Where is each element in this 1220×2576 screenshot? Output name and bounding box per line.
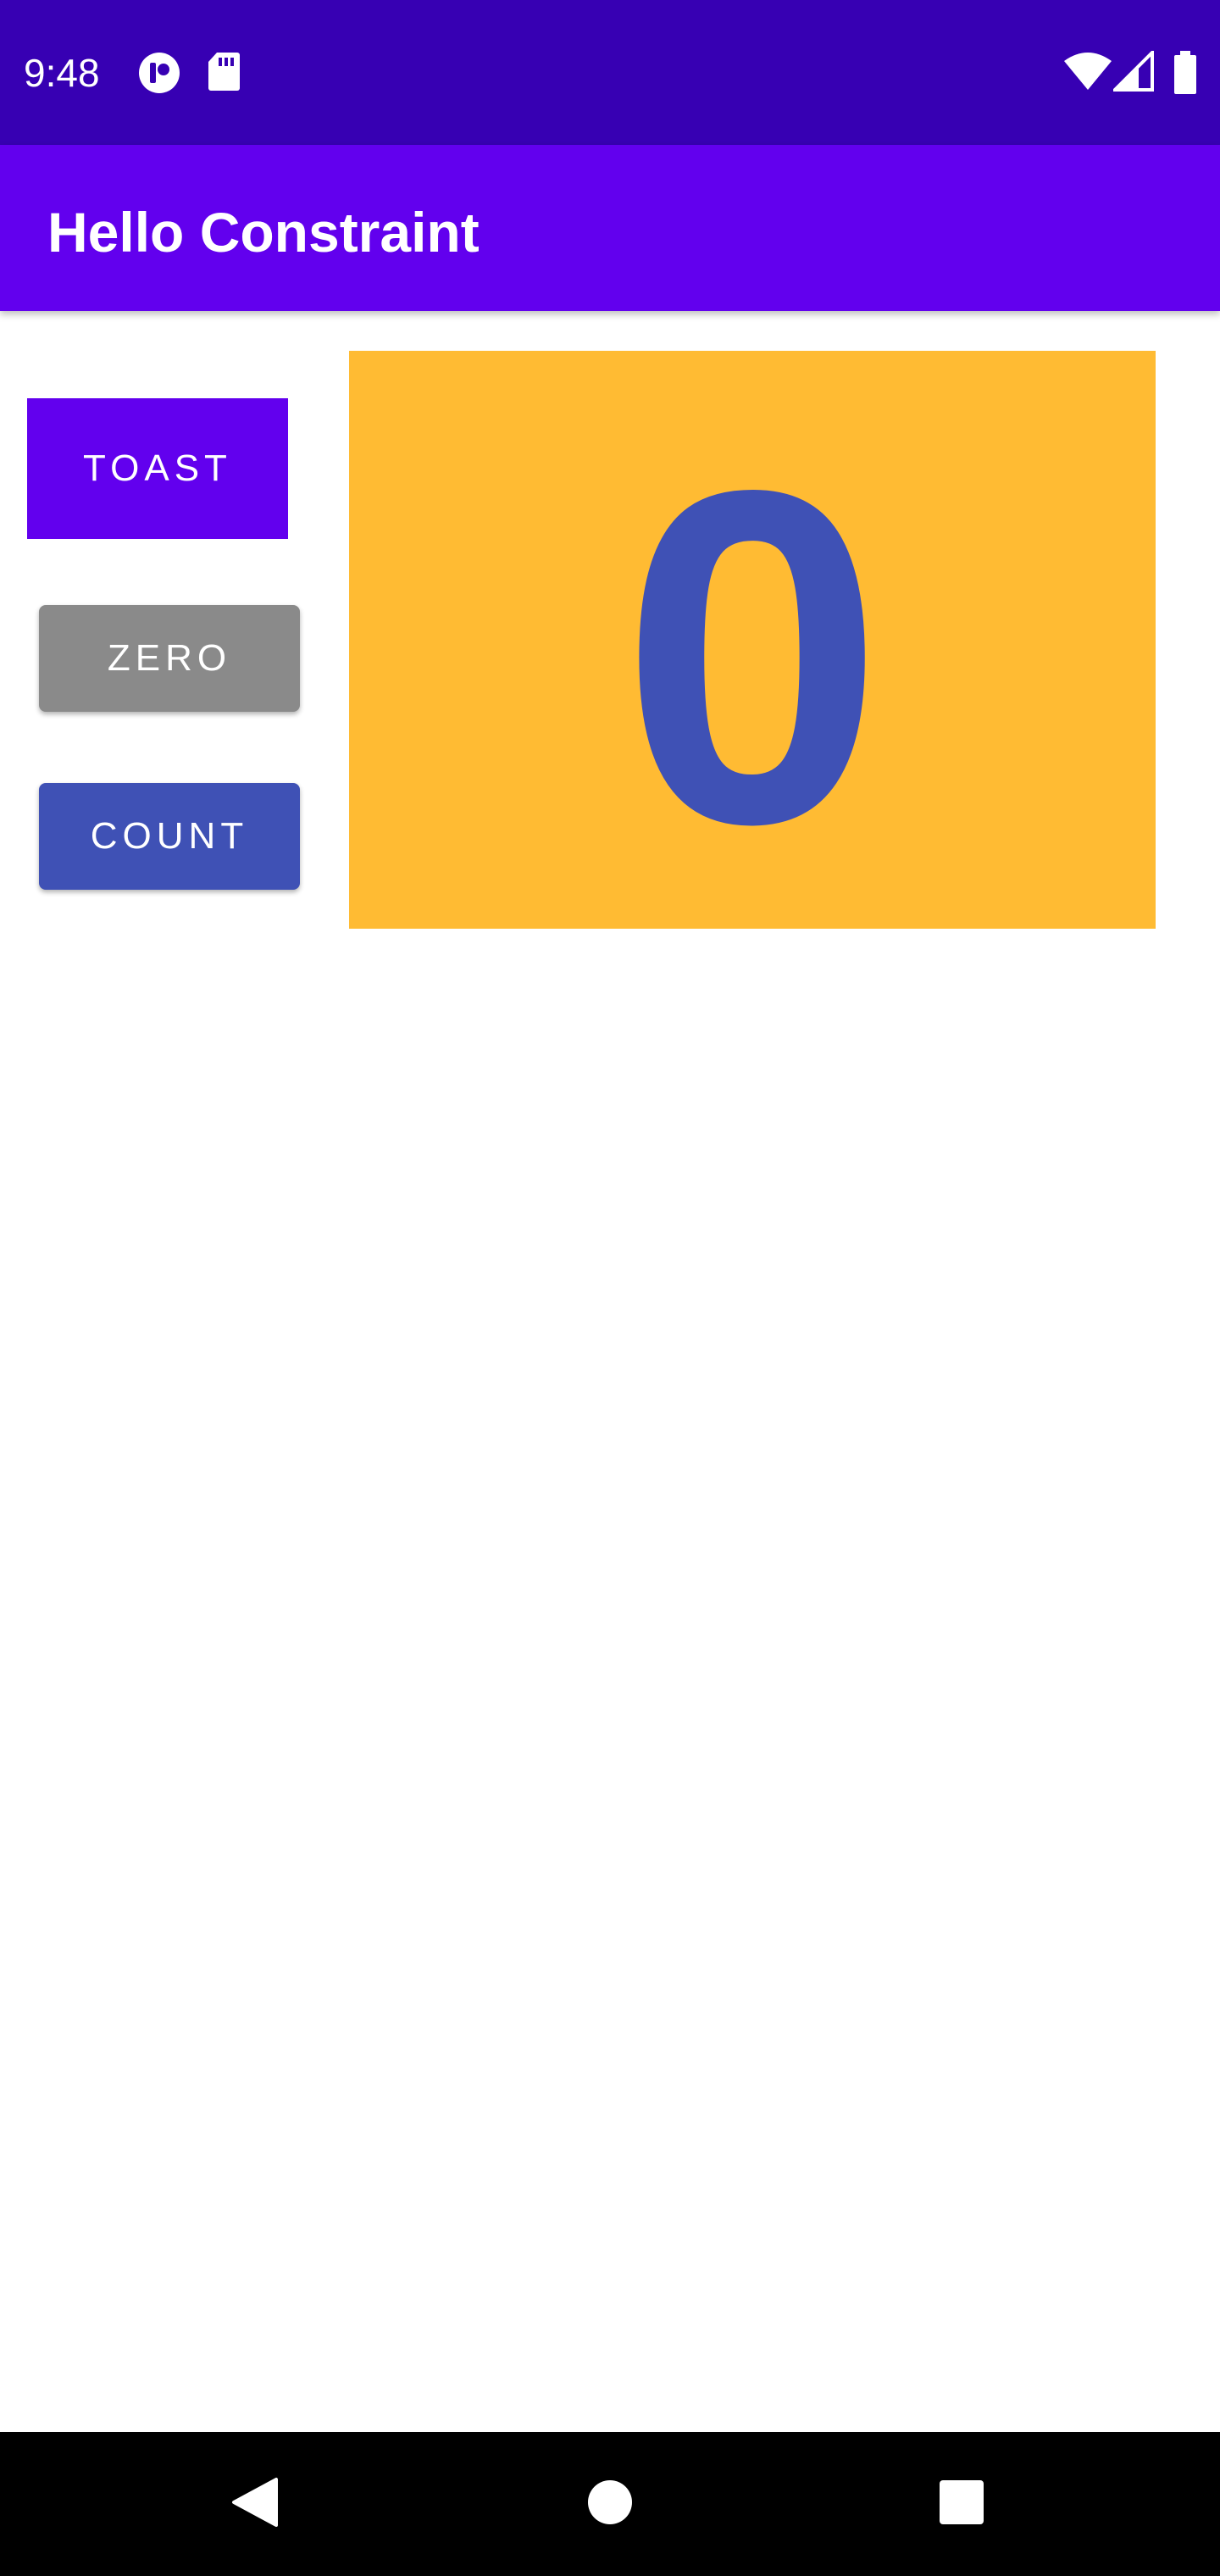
- sd-card-icon: [207, 51, 241, 95]
- home-icon: [586, 2479, 634, 2530]
- phone-screen: 9:48 Hello Constraint TOAST ZERO COUNT 0: [0, 0, 1220, 2576]
- zero-button-label: ZERO: [107, 637, 232, 679]
- back-icon: [229, 2476, 280, 2533]
- home-button[interactable]: [525, 2432, 695, 2576]
- count-value: 0: [620, 391, 884, 922]
- cell-signal-icon: [1113, 51, 1154, 95]
- app-title: Hello Constraint: [47, 201, 480, 264]
- toast-button[interactable]: TOAST: [27, 398, 288, 539]
- recents-icon: [938, 2479, 985, 2530]
- status-time: 9:48: [24, 51, 100, 95]
- wifi-icon: [1062, 51, 1113, 95]
- navigation-bar: [0, 2432, 1220, 2576]
- count-button-label: COUNT: [90, 815, 249, 857]
- battery-icon: [1173, 51, 1198, 95]
- count-button[interactable]: COUNT: [39, 783, 300, 890]
- recents-button[interactable]: [877, 2432, 1046, 2576]
- circle-notification-icon: [137, 51, 181, 95]
- app-bar: Hello Constraint: [0, 145, 1220, 311]
- status-bar: 9:48: [0, 0, 1220, 145]
- toast-button-label: TOAST: [83, 447, 232, 489]
- count-display: 0: [349, 351, 1156, 929]
- back-button[interactable]: [169, 2432, 339, 2576]
- zero-button[interactable]: ZERO: [39, 605, 300, 712]
